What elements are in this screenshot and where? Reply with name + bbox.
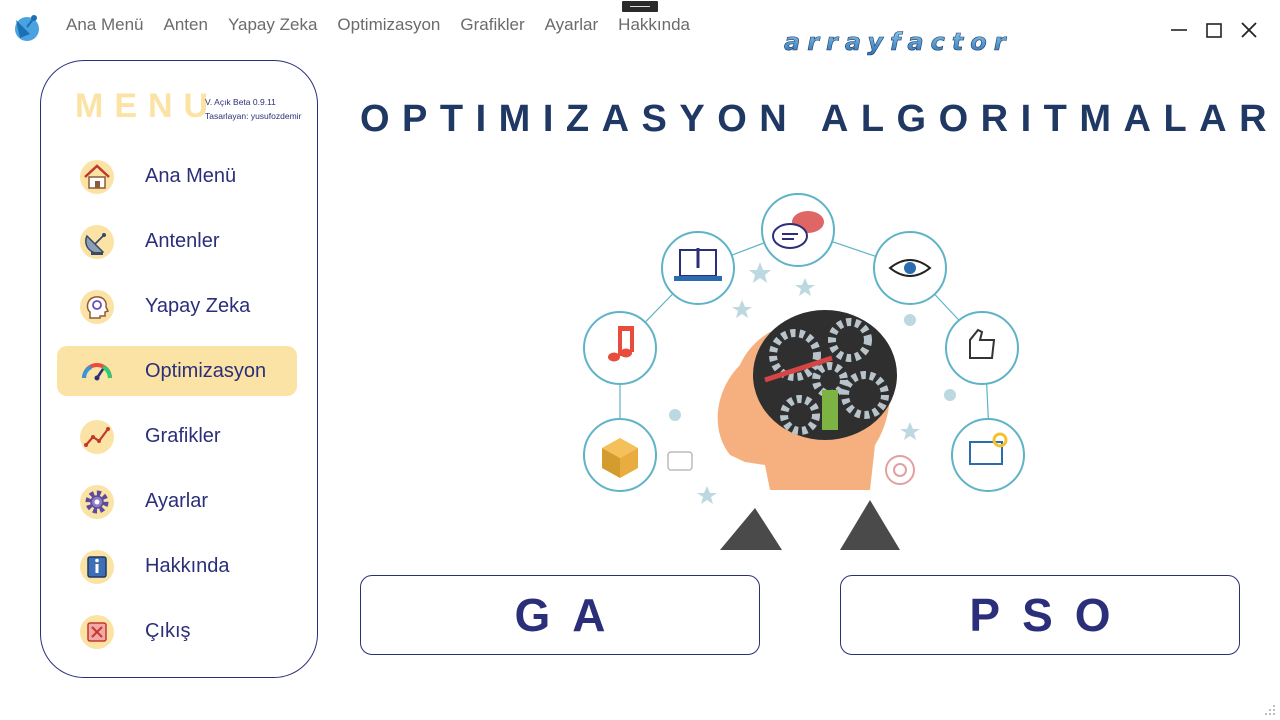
arrayfactor-logo: arrayfactor xyxy=(784,28,1013,57)
ga-button[interactable]: GA xyxy=(360,575,760,655)
sidebar-item-label: Çıkış xyxy=(145,619,191,642)
minimize-button[interactable] xyxy=(1167,18,1190,41)
menu-ayarlar[interactable]: Ayarlar xyxy=(535,14,609,36)
sidebar-item-antenler[interactable]: Antenler xyxy=(57,216,297,266)
wordmark-text: arrayfactor xyxy=(784,28,1013,56)
pso-button[interactable]: PSO xyxy=(840,575,1240,655)
sidebar-item-label: Antenler xyxy=(145,229,220,252)
gauge-icon xyxy=(82,363,112,381)
close-icon xyxy=(1240,21,1257,38)
sidebar-item-label: Yapay Zeka xyxy=(145,294,251,317)
sidebar-item-ana-menu[interactable]: Ana Menü xyxy=(57,151,297,201)
menu-anten[interactable]: Anten xyxy=(154,14,218,36)
sidebar-item-label: Ayarlar xyxy=(145,489,208,512)
sidebar-item-optimizasyon[interactable]: Optimizasyon xyxy=(57,346,297,396)
menu-yapay-zeka[interactable]: Yapay Zeka xyxy=(218,14,327,36)
gear-icon xyxy=(80,485,114,519)
author-text: Tasarlayan: yusufozdemir xyxy=(205,111,302,121)
sidebar-item-yapay-zeka[interactable]: Yapay Zeka xyxy=(57,281,297,331)
menu-ana-menu[interactable]: Ana Menü xyxy=(56,14,154,36)
sidebar-item-hakkinda[interactable]: Hakkında xyxy=(57,541,297,591)
sidebar-item-label: Ana Menü xyxy=(145,164,237,187)
sidebar-item-ayarlar[interactable]: Ayarlar xyxy=(57,476,297,526)
line-chart-icon xyxy=(80,420,114,454)
resize-grip-icon[interactable] xyxy=(1264,704,1276,716)
sidebar-item-cikis[interactable]: Çıkış xyxy=(57,606,297,656)
version-text: V. Açık Beta 0.9.11 xyxy=(205,97,276,107)
sidebar-item-label: Grafikler xyxy=(145,424,221,447)
drag-handle[interactable] xyxy=(622,1,658,12)
window-controls xyxy=(1167,18,1260,41)
close-button[interactable] xyxy=(1237,18,1260,41)
ai-brain-illustration xyxy=(583,193,1025,550)
sidebar-item-label: Hakkında xyxy=(145,554,230,577)
sidebar-item-grafikler[interactable]: Grafikler xyxy=(57,411,297,461)
sidebar-item-label: Optimizasyon xyxy=(145,359,267,382)
maximize-button[interactable] xyxy=(1202,18,1225,41)
menu-optimizasyon[interactable]: Optimizasyon xyxy=(327,14,450,36)
sidebar-nav: Ana Menü Antenler Yapay Zeka Optimizasyo… xyxy=(57,151,297,671)
minimize-icon xyxy=(1170,28,1187,31)
menu-grafikler[interactable]: Grafikler xyxy=(450,14,534,36)
sidebar: MENU V. Açık Beta 0.9.11 Tasarlayan: yus… xyxy=(40,60,318,678)
satellite-dish-icon xyxy=(80,225,114,259)
info-icon xyxy=(80,550,114,584)
menu-hakkinda[interactable]: Hakkında xyxy=(608,14,700,36)
sidebar-title: MENU xyxy=(75,87,220,125)
exit-icon xyxy=(80,615,114,649)
version-info: V. Açık Beta 0.9.11 Tasarlayan: yusufozd… xyxy=(205,95,301,123)
laptop-icon xyxy=(674,248,722,281)
top-menu-bar: Ana Menü Anten Yapay Zeka Optimizasyon G… xyxy=(56,14,700,36)
ai-head-icon xyxy=(80,290,114,324)
maximize-icon xyxy=(1205,22,1222,38)
home-icon xyxy=(80,160,114,194)
page-title: OPTIMIZASYON ALGORITMALARI xyxy=(360,98,1280,140)
app-logo-icon xyxy=(15,15,39,41)
